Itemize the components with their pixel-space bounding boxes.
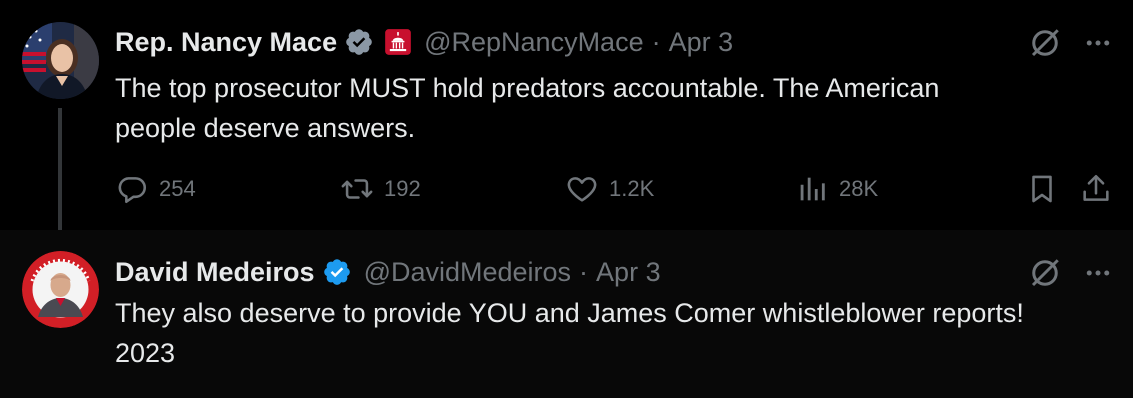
repost-count: 192 bbox=[384, 176, 421, 201]
verified-badge-icon bbox=[344, 27, 374, 57]
bookmark-button[interactable] bbox=[1025, 167, 1059, 211]
views-count: 28K bbox=[839, 176, 879, 201]
like-count: 1.2K bbox=[609, 176, 655, 201]
tweet-text: The top prosecutor MUST hold predators a… bbox=[115, 68, 1105, 148]
thread-connector bbox=[58, 108, 62, 248]
tweet-top-actions bbox=[1027, 23, 1113, 63]
tweet[interactable]: Rep. Nancy Mace @RepNancyMace · Apr 3 Th… bbox=[0, 0, 1133, 248]
share-button[interactable] bbox=[1079, 167, 1113, 211]
author-name[interactable]: David Medeiros bbox=[115, 257, 315, 288]
repost-icon bbox=[341, 179, 373, 199]
capitol-icon bbox=[384, 28, 412, 56]
tweet-text-line: They also deserve to provide YOU and Jam… bbox=[115, 298, 1024, 328]
more-icon[interactable] bbox=[1083, 28, 1113, 58]
tweet-text-line: 2023 bbox=[115, 338, 176, 368]
tweet-top-actions bbox=[1027, 253, 1113, 293]
author-name[interactable]: Rep. Nancy Mace bbox=[115, 27, 337, 58]
like-button[interactable]: 1.2K bbox=[565, 167, 654, 211]
tweet-date[interactable]: Apr 3 bbox=[596, 257, 661, 288]
bookmark-icon bbox=[1032, 175, 1052, 203]
grok-icon[interactable] bbox=[1027, 255, 1063, 291]
tweet-header: David Medeiros @DavidMedeiros · Apr 3 bbox=[115, 252, 1003, 292]
verified-badge-icon bbox=[322, 257, 352, 287]
views-icon bbox=[800, 177, 825, 201]
separator: · bbox=[651, 26, 661, 57]
avatar[interactable] bbox=[22, 251, 99, 328]
reply-icon bbox=[118, 177, 147, 204]
tweet[interactable]: David Medeiros @DavidMedeiros · Apr 3 Th… bbox=[0, 230, 1133, 398]
timeline: Rep. Nancy Mace @RepNancyMace · Apr 3 Th… bbox=[0, 0, 1133, 398]
share-icon bbox=[1083, 174, 1109, 201]
heart-icon bbox=[567, 177, 597, 202]
tweet-text-line: The top prosecutor MUST hold predators a… bbox=[115, 73, 940, 103]
tweet-action-bar: 254 192 1.2K 28K bbox=[115, 167, 1113, 211]
author-handle[interactable]: @DavidMedeiros bbox=[364, 257, 571, 288]
tweet-date[interactable]: Apr 3 bbox=[669, 27, 734, 58]
more-icon[interactable] bbox=[1083, 258, 1113, 288]
reply-count: 254 bbox=[159, 176, 196, 201]
tweet-text: They also deserve to provide YOU and Jam… bbox=[115, 293, 1105, 373]
grok-icon[interactable] bbox=[1027, 25, 1063, 61]
tweet-text-line: people deserve answers. bbox=[115, 113, 416, 143]
author-handle[interactable]: @RepNancyMace bbox=[424, 27, 644, 58]
repost-button[interactable]: 192 bbox=[340, 167, 421, 211]
avatar[interactable] bbox=[22, 22, 99, 99]
views-button[interactable]: 28K bbox=[795, 167, 878, 211]
separator: · bbox=[579, 256, 589, 287]
reply-button[interactable]: 254 bbox=[115, 167, 196, 211]
tweet-header: Rep. Nancy Mace @RepNancyMace · Apr 3 bbox=[115, 22, 1003, 62]
